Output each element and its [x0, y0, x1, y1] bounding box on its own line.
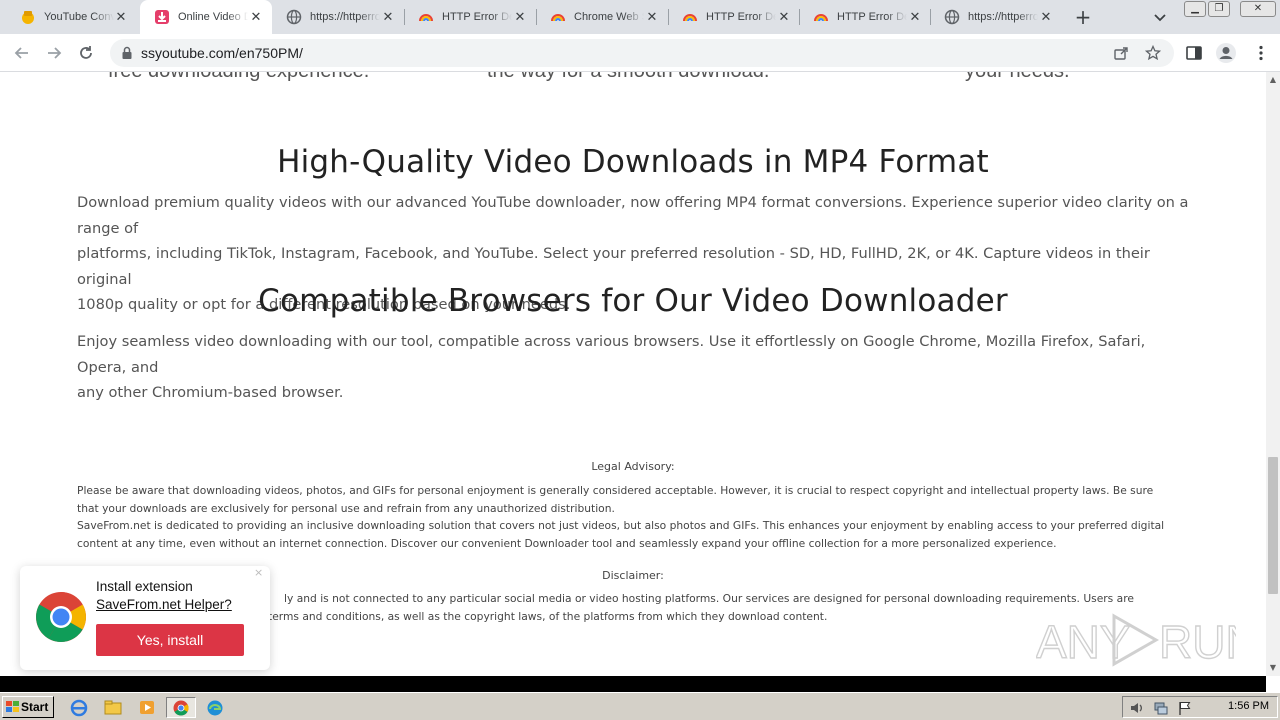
start-label: Start — [21, 700, 49, 714]
rainbow-favicon — [814, 14, 828, 22]
legal-line: content at any time, even without an int… — [77, 537, 1057, 551]
globe-icon — [286, 9, 302, 25]
chrome-logo-icon — [36, 592, 86, 642]
browsers-paragraph: Enjoy seamless video downloading with ou… — [77, 329, 1192, 406]
media-player-icon[interactable] — [136, 697, 158, 718]
side-panel-icon[interactable] — [1185, 44, 1203, 62]
cut-off-text: the way for a smooth download. — [487, 72, 769, 83]
close-icon[interactable]: ✕ — [249, 10, 263, 24]
tab-title: HTTP Error Details — [706, 11, 776, 23]
watermark-text: RUN — [1159, 616, 1236, 668]
back-arrow-icon[interactable] — [12, 43, 32, 63]
browser-toolbar: ssyoutube.com/en750PM/ — [0, 34, 1280, 72]
tab-httperrors-1[interactable]: https://httperrors ✕ — [272, 0, 404, 34]
windows-taskbar: Start 1:56 PM — [0, 692, 1280, 720]
popup-extension-link[interactable]: SaveFrom.net Helper? — [96, 597, 232, 612]
tab-chrome-web-store[interactable]: Chrome Web Store ✕ — [536, 0, 668, 34]
install-extension-popup: Install extension SaveFrom.net Helper? Y… — [20, 566, 270, 670]
close-icon[interactable]: ✕ — [645, 10, 659, 24]
tab-title: HTTP Error Details — [837, 11, 907, 23]
tab-http-error-details-1[interactable]: HTTP Error Details ✕ — [404, 0, 536, 34]
tab-title: https://httperrors — [968, 11, 1038, 23]
tab-http-error-details-2[interactable]: HTTP Error Details ✕ — [668, 0, 800, 34]
clock[interactable]: 1:56 PM — [1228, 700, 1269, 712]
tab-youtube-converter[interactable]: YouTube Converter ✕ — [6, 0, 137, 34]
rainbow-favicon — [419, 14, 433, 22]
tab-http-error-details-3[interactable]: HTTP Error Details ✕ — [799, 0, 931, 34]
address-bar[interactable]: ssyoutube.com/en750PM/ — [110, 39, 1174, 67]
volume-icon[interactable] — [1129, 700, 1145, 716]
disclaimer-line: ly and is not connected to any particula… — [284, 592, 1134, 605]
system-tray: 1:56 PM — [1122, 696, 1278, 718]
scroll-down-arrow-icon[interactable]: ▼ — [1269, 664, 1277, 672]
mp4-heading: High-Quality Video Downloads in MP4 Form… — [277, 144, 989, 180]
tab-title: https://httperrors — [310, 11, 380, 23]
forward-arrow-icon[interactable] — [44, 43, 64, 63]
page-scrollbar[interactable]: ▲ ▼ — [1266, 72, 1280, 676]
yes-install-button[interactable]: Yes, install — [96, 624, 244, 656]
chrome-taskbar-button[interactable] — [166, 697, 196, 718]
windows-flag-icon — [6, 701, 19, 712]
close-icon[interactable]: ✕ — [114, 10, 128, 24]
tab-title: Online Video Downloader — [178, 11, 248, 23]
legal-advisory-title: Legal Advisory: — [591, 460, 675, 473]
scroll-up-arrow-icon[interactable]: ▲ — [1269, 76, 1277, 84]
disclaimer-text: ly and is not connected to any particula… — [268, 590, 1164, 625]
tab-online-video-downloader[interactable]: Online Video Downloader ✕ — [140, 0, 272, 34]
edge-icon[interactable] — [204, 697, 226, 718]
restore-button[interactable]: ❐ — [1208, 1, 1230, 17]
rainbow-favicon — [551, 14, 565, 22]
popup-close-button[interactable]: × — [254, 566, 263, 579]
browsers-heading: Compatible Browsers for Our Video Downlo… — [258, 283, 1008, 319]
profile-avatar-icon[interactable] — [1215, 42, 1237, 64]
action-center-flag-icon[interactable] — [1177, 700, 1193, 716]
tab-strip: YouTube Converter ✕ Online Video Downloa… — [0, 0, 1280, 34]
legal-advisory-text: Please be aware that downloading videos,… — [77, 482, 1177, 553]
popup-title: Install extension — [96, 579, 193, 594]
star-icon[interactable] — [1145, 45, 1161, 61]
paragraph-line: any other Chromium-based browser. — [77, 384, 344, 401]
reload-icon[interactable] — [76, 43, 96, 63]
legal-line: SaveFrom.net is dedicated to providing a… — [77, 519, 1165, 533]
close-window-button[interactable]: ✕ — [1240, 1, 1276, 17]
close-icon[interactable]: ✕ — [381, 10, 395, 24]
tab-search-chevron-icon[interactable] — [1152, 9, 1168, 25]
close-icon[interactable]: ✕ — [1039, 10, 1053, 24]
start-button[interactable]: Start — [2, 696, 54, 718]
savefrom-favicon — [155, 10, 169, 24]
close-icon[interactable]: ✕ — [513, 10, 527, 24]
tab-title: HTTP Error Details — [442, 11, 512, 23]
cut-off-text: your needs. — [965, 72, 1070, 83]
share-icon[interactable] — [1113, 45, 1129, 61]
tab-title: YouTube Converter — [44, 11, 114, 23]
close-icon[interactable]: ✕ — [777, 10, 791, 24]
disclaimer-line: terms and conditions, as well as the cop… — [268, 609, 828, 623]
paragraph-line: Download premium quality videos with our… — [77, 194, 1189, 237]
globe-icon — [944, 9, 960, 25]
tab-httperrors-2[interactable]: https://httperrors ✕ — [930, 0, 1062, 34]
cut-off-text: free downloading experience. — [108, 72, 369, 83]
anyrun-watermark: ANY RUN — [1036, 613, 1236, 669]
close-icon[interactable]: ✕ — [908, 10, 922, 24]
watermark-text: ANY — [1036, 616, 1131, 668]
menu-dots-icon[interactable] — [1252, 44, 1270, 62]
legal-line: Please be aware that downloading videos,… — [77, 484, 1154, 497]
paragraph-line: Enjoy seamless video downloading with ou… — [77, 333, 1146, 376]
tab-title: Chrome Web Store — [574, 11, 644, 23]
new-tab-button[interactable]: + — [1073, 7, 1093, 27]
network-icon[interactable] — [1153, 700, 1169, 716]
minimize-button[interactable]: ▁ — [1184, 1, 1206, 17]
bottom-black-band — [0, 676, 1266, 692]
scrollbar-thumb[interactable] — [1268, 457, 1278, 594]
chrome-icon — [173, 700, 189, 716]
youtube-converter-favicon — [22, 11, 34, 24]
file-explorer-icon[interactable] — [102, 697, 124, 718]
rainbow-favicon — [683, 14, 697, 22]
legal-line: that your downloads are exclusively for … — [77, 501, 615, 515]
url-text[interactable]: ssyoutube.com/en750PM/ — [141, 45, 303, 61]
lock-icon[interactable] — [120, 46, 134, 60]
internet-explorer-icon[interactable] — [68, 697, 90, 718]
